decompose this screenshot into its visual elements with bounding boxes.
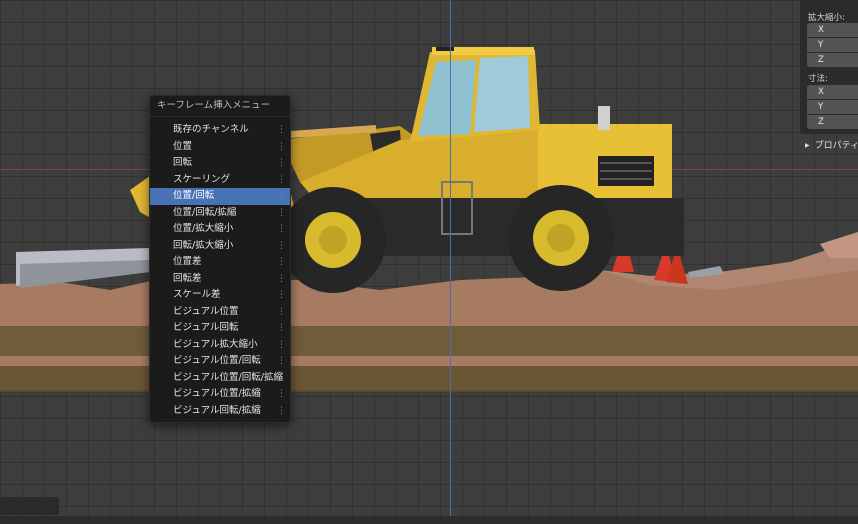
scale-z-field[interactable]: Z xyxy=(807,53,858,67)
menu-item-marker-icon: ⋮ xyxy=(277,405,286,416)
dimension-x-field[interactable]: X xyxy=(807,85,858,99)
expand-triangle-icon: ▶ xyxy=(805,142,810,149)
menu-item-rotation[interactable]: 回転 ⋮ xyxy=(150,155,290,172)
scale-y-field[interactable]: Y xyxy=(807,38,858,52)
menu-item-marker-icon: ⋮ xyxy=(277,224,286,234)
scale-label: 拡大縮小: xyxy=(808,13,845,23)
menu-title: キーフレーム挿入メニュー xyxy=(150,96,290,117)
menu-item-visual-scale[interactable]: ビジュアル拡大縮小 ⋮ xyxy=(150,337,290,354)
menu-item-delta-location[interactable]: 位置差 ⋮ xyxy=(150,254,290,271)
menu-items: 既存のチャンネル ⋮ 位置 ⋮ 回転 ⋮ スケーリング ⋮ 位置/回転 ⋮ 位置/回転/拡… xyxy=(150,117,290,419)
menu-item-visual-location[interactable]: ビジュアル位置 ⋮ xyxy=(150,304,290,321)
menu-item-visual-location-scale[interactable]: ビジュアル位置/拡縮 ⋮ xyxy=(150,386,290,403)
menu-item-marker-icon: ⋮ xyxy=(277,125,286,135)
cab-glass-right xyxy=(474,56,530,132)
menu-item-existing-channels[interactable]: 既存のチャンネル ⋮ xyxy=(150,122,290,139)
menu-item-marker-icon: ⋮ xyxy=(277,323,286,333)
properties-section-header[interactable]: ▶ プロパティ xyxy=(805,138,858,151)
menu-item-marker-icon: ⋮ xyxy=(277,207,286,218)
menu-item-marker-icon: ⋮ xyxy=(277,273,286,284)
menu-item-marker-icon: ⋮ xyxy=(277,257,286,267)
soil-edge xyxy=(0,390,858,392)
menu-item-marker-icon: ⋮ xyxy=(277,389,286,399)
menu-item-marker-icon: ⋮ xyxy=(277,158,286,168)
menu-item-visual-location-rotation-scale[interactable]: ビジュアル位置/回転/拡縮 ⋮ xyxy=(150,370,290,387)
dimension-y-field[interactable]: Y xyxy=(807,100,858,114)
status-bar xyxy=(0,516,858,524)
menu-item-marker-icon: ⋮ xyxy=(277,372,286,383)
menu-item-visual-rotation-scale[interactable]: ビジュアル回転/拡縮 ⋮ xyxy=(150,403,290,420)
menu-item-marker-icon: ⋮ xyxy=(277,174,286,185)
menu-item-marker-icon: ⋮ xyxy=(277,306,286,317)
bottom-left-tab[interactable] xyxy=(0,497,59,515)
menu-item-scaling[interactable]: スケーリング ⋮ xyxy=(150,172,290,189)
menu-item-location-rotation[interactable]: 位置/回転 ⋮ xyxy=(150,188,290,205)
scene-render xyxy=(0,47,858,392)
dimensions-label: 寸法: xyxy=(808,74,828,84)
menu-item-visual-location-rotation[interactable]: ビジュアル位置/回転 ⋮ xyxy=(150,353,290,370)
menu-item-marker-icon: ⋮ xyxy=(277,356,286,366)
3d-viewport[interactable] xyxy=(0,0,858,524)
menu-item-delta-scale[interactable]: スケール差 ⋮ xyxy=(150,287,290,304)
transform-panel: 拡大縮小: X Y Z 寸法: X Y Z xyxy=(800,0,858,134)
exhaust-stack xyxy=(598,106,610,130)
soil-band-light xyxy=(0,356,858,366)
menu-item-marker-icon: ⋮ xyxy=(277,339,286,350)
section-label: プロパティ xyxy=(814,141,858,151)
pipe-pile-dark xyxy=(20,260,150,288)
soil-band-dark xyxy=(0,326,858,356)
soil-band-bottom xyxy=(0,366,858,390)
menu-item-visual-rotation[interactable]: ビジュアル回転 ⋮ xyxy=(150,320,290,337)
z-axis-line xyxy=(450,0,451,524)
menu-item-location-rotation-scale[interactable]: 位置/回転/拡縮 ⋮ xyxy=(150,205,290,222)
scale-x-field[interactable]: X xyxy=(807,23,858,37)
menu-item-marker-icon: ⋮ xyxy=(277,141,286,152)
menu-item-rotation-scale[interactable]: 回転/拡大縮小 ⋮ xyxy=(150,238,290,255)
menu-item-location[interactable]: 位置 ⋮ xyxy=(150,139,290,156)
menu-item-marker-icon: ⋮ xyxy=(277,290,286,300)
menu-item-location-scale[interactable]: 位置/拡大縮小 ⋮ xyxy=(150,221,290,238)
dimension-z-field[interactable]: Z xyxy=(807,115,858,129)
menu-item-marker-icon: ⋮ xyxy=(277,191,286,201)
keyframe-insert-menu: キーフレーム挿入メニュー 既存のチャンネル ⋮ 位置 ⋮ 回転 ⋮ スケーリング ⋮ 位… xyxy=(149,95,291,423)
menu-item-marker-icon: ⋮ xyxy=(277,240,286,251)
menu-item-delta-rotation[interactable]: 回転差 ⋮ xyxy=(150,271,290,288)
